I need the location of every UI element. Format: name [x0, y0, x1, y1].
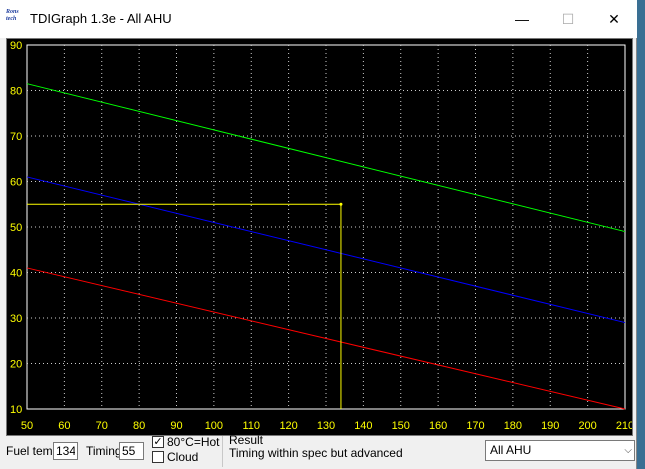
y-tick-label: 60: [10, 177, 22, 189]
app-logo-icon: Rons tech: [6, 9, 19, 22]
x-tick-label: 150: [392, 420, 410, 432]
cloud-checkbox-label: Cloud: [167, 450, 199, 464]
x-tick-label: 90: [170, 420, 182, 432]
result-text: Timing within spec but advanced: [229, 446, 403, 460]
app-window: Rons tech TDIGraph 1.3e - All AHU — ☐ ✕ …: [0, 0, 637, 469]
control-bar: Fuel temp Timing ✓ 80°C=Hot Cloud Result…: [0, 433, 637, 469]
x-tick-label: 140: [354, 420, 372, 432]
timing-chart: 10 20 30 40 50 60 70 80 90 50 60 70 80 90 100 110 120 130…: [10, 40, 632, 432]
x-tick-label: 180: [504, 420, 522, 432]
x-tick-label: 170: [466, 420, 484, 432]
graph-panel: 10 20 30 40 50 60 70 80 90 50 60 70 80 90 100 110 120 130…: [6, 38, 633, 436]
x-tick-label: 200: [578, 420, 596, 432]
y-tick-label: 50: [10, 222, 22, 234]
y-tick-label: 80: [10, 86, 22, 98]
ahu-select-value: All AHU: [490, 443, 532, 457]
ahu-select[interactable]: All AHU ⌵: [485, 440, 635, 461]
close-button[interactable]: ✕: [591, 0, 637, 38]
x-tick-label: 70: [96, 420, 108, 432]
hot-checkbox-label: 80°C=Hot: [167, 435, 220, 449]
fuel-temp-label: Fuel temp: [6, 444, 60, 458]
y-tick-label: 30: [10, 313, 22, 325]
result-panel: Result Timing within spec but advanced: [222, 433, 481, 467]
minimize-button[interactable]: —: [499, 0, 545, 38]
window-title: TDIGraph 1.3e - All AHU: [30, 11, 172, 26]
x-tick-label: 60: [58, 420, 70, 432]
series-line-1: [26, 176, 626, 324]
x-tick-label: 80: [133, 420, 145, 432]
result-label: Result: [229, 433, 264, 447]
timing-label: Timing: [86, 444, 122, 458]
fuel-temp-input[interactable]: [53, 442, 78, 460]
x-tick-label: 160: [429, 420, 447, 432]
x-tick-label: 130: [317, 420, 335, 432]
marker-point: [339, 202, 343, 206]
x-tick-label: 50: [21, 420, 33, 432]
cloud-checkbox[interactable]: [152, 451, 164, 463]
chevron-down-icon[interactable]: ⌵: [624, 441, 632, 460]
y-tick-label: 90: [10, 40, 22, 52]
maximize-button[interactable]: ☐: [545, 0, 591, 38]
timing-input[interactable]: [119, 442, 144, 460]
y-tick-label: 40: [10, 268, 22, 280]
x-tick-label: 190: [541, 420, 559, 432]
hot-checkbox[interactable]: ✓: [152, 436, 164, 448]
x-tick-label: 210: [616, 420, 632, 432]
x-tick-label: 100: [205, 420, 223, 432]
y-tick-label: 20: [10, 359, 22, 371]
y-tick-label: 10: [10, 404, 22, 416]
title-bar[interactable]: Rons tech TDIGraph 1.3e - All AHU — ☐ ✕: [0, 0, 637, 38]
x-tick-label: 110: [242, 420, 260, 432]
y-tick-label: 70: [10, 131, 22, 143]
x-tick-label: 120: [279, 420, 297, 432]
